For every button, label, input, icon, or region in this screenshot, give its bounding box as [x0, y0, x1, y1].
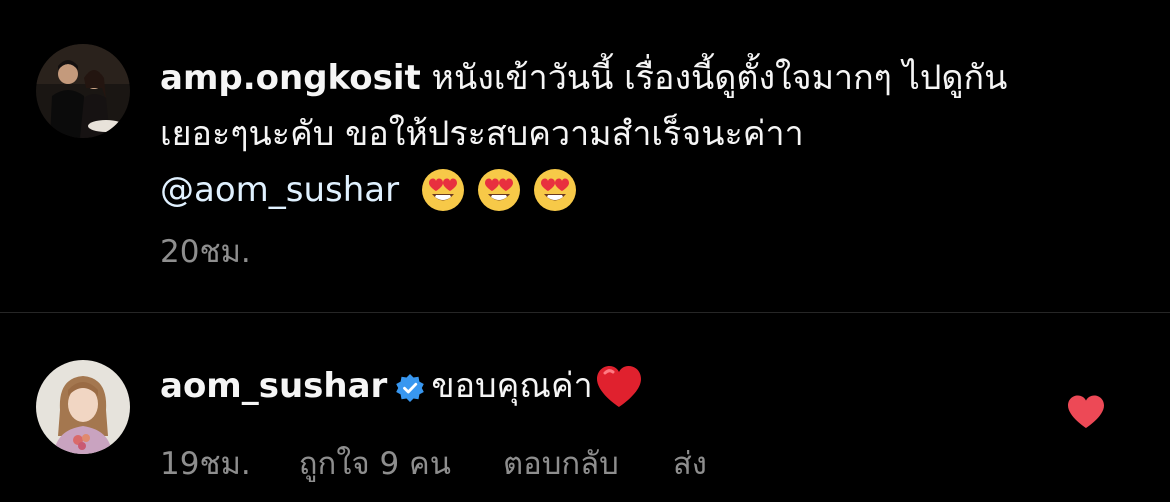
divider	[0, 312, 1170, 313]
avatar[interactable]	[36, 360, 130, 454]
comment-line-2: เยอะๆนะคับ ขอให้ประสบความสำเร็จนะค่าา	[160, 114, 804, 154]
heart-eyes-emoji	[476, 167, 522, 230]
comment-line-1: หนังเข้าวันนี้ เรื่องนี้ดูตั้งใจมากๆ ไปด…	[420, 58, 1008, 98]
like-heart-icon[interactable]	[1066, 394, 1106, 430]
comment-meta: 19ชม. ถูกใจ 9 คน ตอบกลับ ส่ง	[160, 438, 707, 488]
comment-text: aom_sushar ขอบคุณค่า	[160, 358, 1040, 426]
comment-item: amp.ongkosit หนังเข้าวันนี้ เรื่องนี้ดูต…	[0, 0, 1170, 312]
avatar[interactable]	[36, 44, 130, 138]
mention-link[interactable]: @aom_sushar	[160, 170, 399, 210]
username[interactable]: amp.ongkosit	[160, 58, 421, 98]
heart-eyes-emoji	[532, 167, 578, 230]
timestamp: 20ชม.	[160, 234, 251, 270]
red-heart-emoji	[595, 365, 643, 426]
verified-badge-icon	[395, 364, 425, 420]
comment-text: amp.ongkosit หนังเข้าวันนี้ เรื่องนี้ดูต…	[160, 50, 1110, 230]
reply-button[interactable]: ตอบกลับ	[503, 438, 619, 488]
heart-eyes-emoji	[420, 167, 466, 230]
likes-count-link[interactable]: ถูกใจ 9 คน	[299, 438, 451, 488]
send-button[interactable]: ส่ง	[673, 438, 707, 488]
avatar-photo	[36, 44, 130, 138]
comment-meta: 20ชม.	[160, 226, 251, 276]
reply-text: ขอบคุณค่า	[431, 366, 593, 406]
timestamp: 19ชม.	[160, 446, 251, 482]
comment-item: aom_sushar ขอบคุณค่า 19ชม. ถูกใจ 9 คน ตอบก…	[0, 314, 1170, 502]
avatar-photo	[36, 360, 130, 454]
username[interactable]: aom_sushar	[160, 366, 387, 406]
